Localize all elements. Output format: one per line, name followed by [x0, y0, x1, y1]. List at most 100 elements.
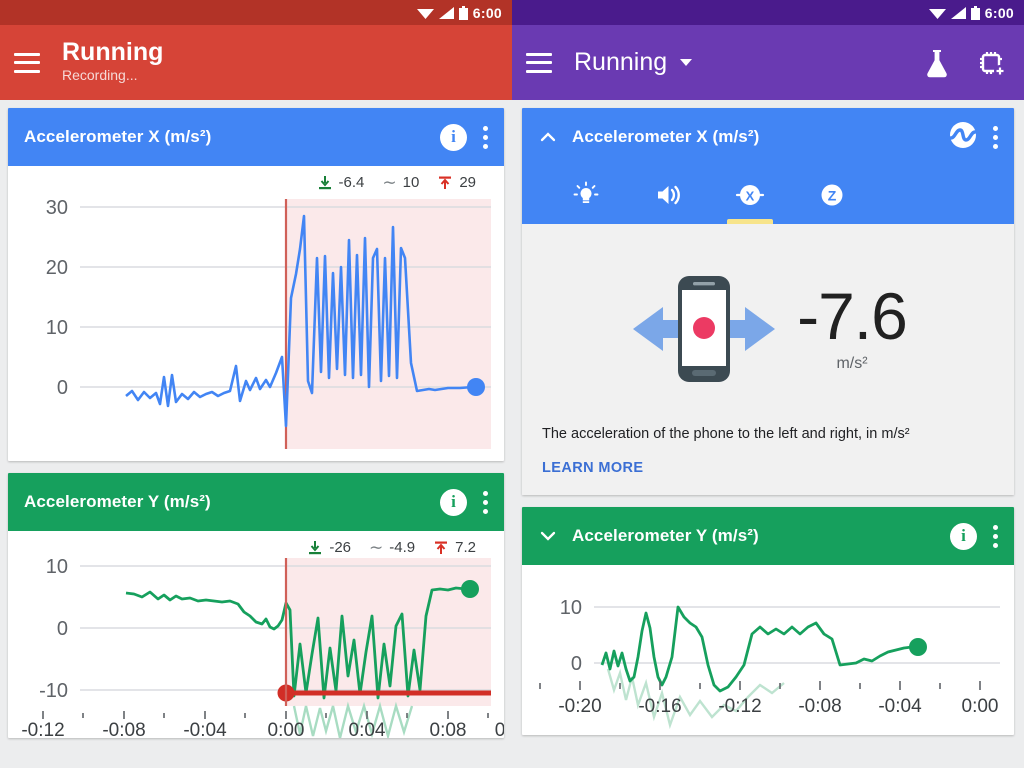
svg-text:0:00: 0:00 [268, 720, 305, 738]
info-icon[interactable]: i [950, 522, 977, 550]
flask-icon[interactable] [918, 44, 956, 82]
accelerometer-x-tab[interactable]: X [724, 166, 776, 224]
chevron-down-icon[interactable] [538, 526, 558, 546]
chart-svg: 10 0 -10 -0:12 -0:08 -0:04 0:00 0:04 0:0… [21, 556, 504, 738]
sensor-unit: m/s² [836, 355, 868, 373]
sensor-value-row: -7.6 m/s² [542, 244, 994, 410]
accelerometer-z-tab[interactable]: Z [806, 166, 858, 224]
card-header: Accelerometer X (m/s²) [522, 108, 1014, 166]
phone-left-right-arrows-icon [633, 276, 776, 382]
current-value-marker [909, 638, 927, 656]
sound-tab[interactable] [642, 166, 694, 224]
battery-icon [458, 5, 468, 20]
current-value-marker [461, 580, 479, 598]
left-pane: 6:00 Running Recording... Accelerometer … [0, 0, 512, 768]
sensor-description: The acceleration of the phone to the lef… [542, 426, 910, 442]
sensor-detail-body: -7.6 m/s² The acceleration of the phone … [522, 224, 1014, 495]
stat-min-value: -6.4 [338, 174, 365, 191]
card-title: Accelerometer Y (m/s²) [24, 492, 211, 511]
stats-row: -6.4 ∼ 10 29 [8, 166, 504, 191]
svg-text:10: 10 [46, 556, 68, 578]
accelerometer-z-icon: Z [821, 184, 843, 206]
info-icon[interactable]: i [440, 488, 467, 516]
card-header-actions: i [440, 123, 488, 151]
chart-accelerometer-y-right[interactable]: 10 0 -0:20 -0:16 -0:12 -0:08 -0:04 0:00 [522, 565, 1014, 735]
sensor-card-accelerometer-y-right[interactable]: Accelerometer Y (m/s²) i 10 0 -0:20 -0:1… [522, 507, 1014, 735]
status-bar-left: 6:00 [0, 0, 512, 25]
chart-accelerometer-y[interactable]: 10 0 -10 -0:12 -0:08 -0:04 0:00 0:04 0:0… [8, 556, 504, 738]
x-axis-labels: -0:20 -0:16 -0:12 -0:08 -0:04 0:00 [558, 696, 998, 717]
min-arrow-icon [318, 175, 331, 189]
experiment-title: Running [574, 48, 668, 76]
stats-row: -26 ∼ -4.9 7.2 [8, 531, 504, 556]
overflow-menu-icon[interactable] [483, 490, 488, 514]
card-header: Accelerometer Y (m/s²) i [8, 473, 504, 531]
signal-icon [950, 6, 966, 19]
card-header-actions [949, 121, 998, 154]
accelerometer-x-icon: X [735, 185, 765, 205]
min-arrow-icon [309, 540, 322, 554]
speaker-icon [658, 185, 680, 205]
svg-text:X: X [746, 189, 755, 204]
sensor-card-accelerometer-x[interactable]: Accelerometer X (m/s²) i -6.4 ∼ 10 29 30… [8, 108, 504, 461]
stat-max-value: 7.2 [455, 539, 476, 556]
card-header-actions: i [440, 488, 488, 516]
overflow-menu-icon[interactable] [993, 524, 998, 548]
max-arrow-icon [435, 541, 448, 554]
right-pane: 6:00 Running Accelerometer X (m/s²) X Z … [512, 0, 1024, 768]
stat-max: 7.2 [433, 539, 476, 556]
svg-text:-0:16: -0:16 [638, 696, 681, 717]
average-icon: ∼ [382, 172, 397, 192]
y-axis-labels: 30 20 10 0 [46, 197, 68, 399]
sensor-card-accelerometer-y[interactable]: Accelerometer Y (m/s²) i -26 ∼ -4.9 7.2 … [8, 473, 504, 738]
svg-text:0: 0 [57, 377, 68, 399]
chart-svg: 10 0 -0:20 -0:16 -0:12 -0:08 -0:04 0:00 [539, 597, 1000, 730]
learn-more-link[interactable]: LEARN MORE [542, 460, 643, 476]
svg-text:Z: Z [828, 188, 837, 204]
svg-text:10: 10 [46, 317, 68, 339]
overflow-menu-icon[interactable] [993, 125, 998, 149]
svg-text:-0:08: -0:08 [798, 696, 841, 717]
sensor-detail-card-accelerometer-x[interactable]: Accelerometer X (m/s²) X Z -7.6 m/s² The… [522, 108, 1014, 495]
status-bar-time: 6:00 [472, 4, 502, 21]
max-arrow-icon [439, 176, 452, 189]
tab-selected-indicator [727, 219, 773, 224]
chevron-up-icon[interactable] [538, 127, 558, 147]
stat-avg: ∼ 10 [382, 174, 419, 191]
sensor-tabs: X Z [522, 166, 1014, 224]
chevron-down-icon[interactable] [680, 59, 693, 66]
hamburger-icon[interactable] [526, 52, 552, 73]
svg-text:0: 0 [571, 653, 582, 675]
sensor-graph-icon[interactable] [949, 121, 977, 154]
left-title-block: Running Recording... [62, 39, 163, 86]
wifi-icon [928, 8, 946, 19]
info-icon[interactable]: i [440, 123, 467, 151]
hamburger-icon[interactable] [14, 52, 40, 73]
stat-avg: ∼ -4.9 [369, 539, 415, 556]
overflow-menu-icon[interactable] [483, 125, 488, 149]
card-header-actions: i [950, 522, 998, 550]
recording-status-text: Recording... [62, 67, 138, 84]
screen-root: 6:00 Running Recording... Accelerometer … [0, 0, 1024, 768]
y-axis-labels: 10 0 -10 [39, 556, 68, 702]
brightness-tab[interactable] [560, 166, 612, 224]
status-bar-time: 6:00 [984, 4, 1014, 21]
svg-text:0:00: 0:00 [962, 696, 999, 717]
stat-min-value: -26 [329, 539, 352, 556]
card-title: Accelerometer X (m/s²) [24, 127, 212, 146]
right-card-list: Accelerometer X (m/s²) X Z -7.6 m/s² The… [512, 100, 1024, 768]
chart-accelerometer-x[interactable]: 30 20 10 0 [8, 191, 504, 461]
stat-min: -6.4 [317, 174, 365, 191]
left-app-bar: Running Recording... [0, 25, 512, 100]
status-bar-right: 6:00 [512, 0, 1024, 25]
add-sensor-card-icon[interactable] [972, 44, 1010, 82]
svg-text:-0:12: -0:12 [21, 720, 64, 738]
right-app-bar: Running [512, 25, 1024, 100]
y-axis-labels: 10 0 [560, 597, 582, 675]
x-axis-ticks [42, 711, 489, 719]
stat-avg-value: 10 [402, 174, 420, 191]
card-header: Accelerometer X (m/s²) i [8, 108, 504, 166]
card-header: Accelerometer Y (m/s²) i [522, 507, 1014, 565]
page-title: Running [62, 37, 164, 66]
stat-avg-value: -4.9 [389, 539, 416, 556]
